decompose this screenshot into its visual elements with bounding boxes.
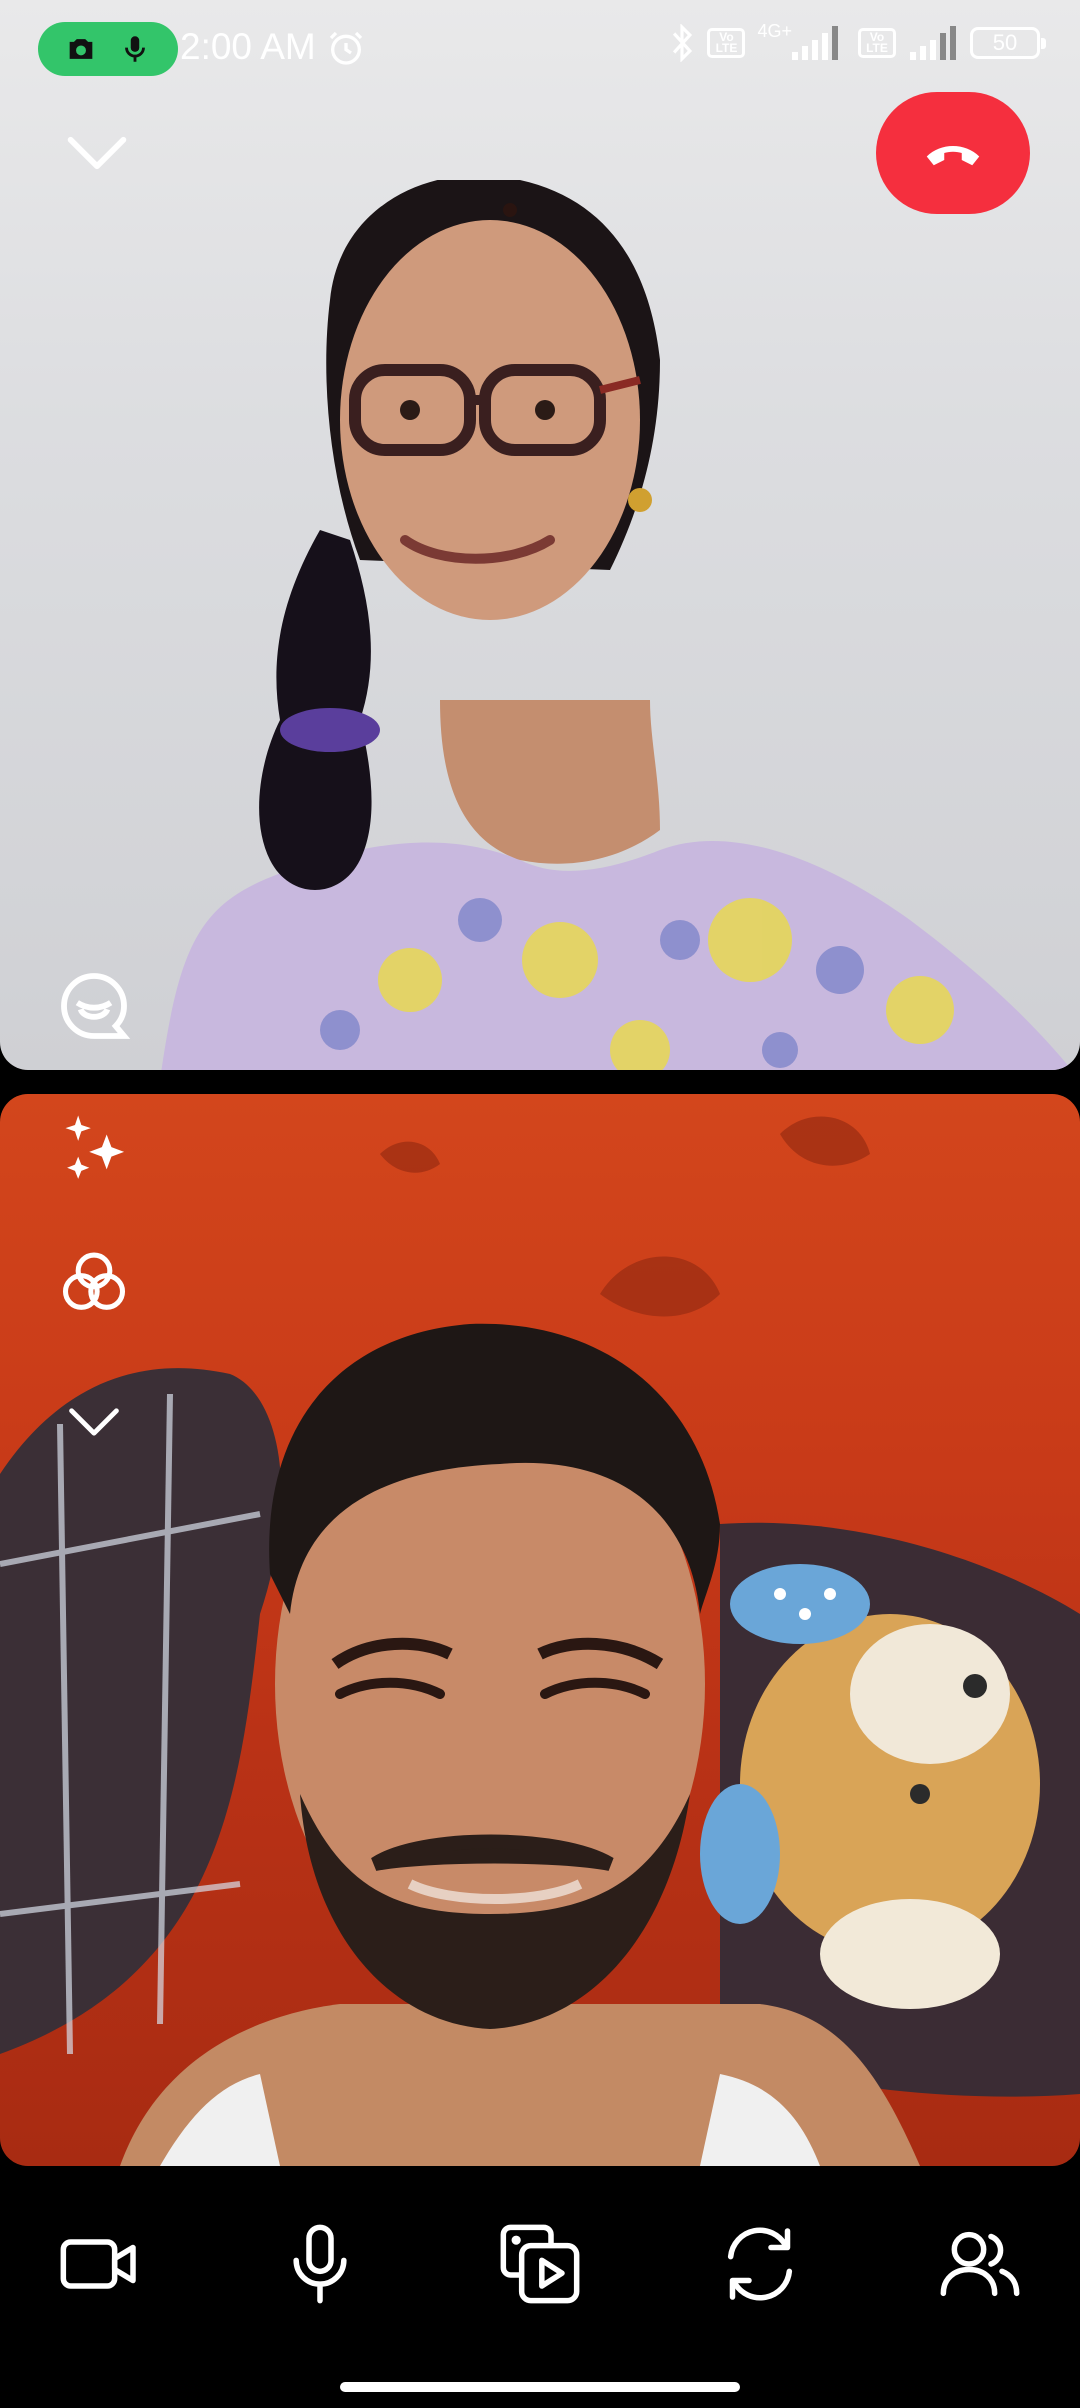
sparkle-effects-icon	[65, 1115, 125, 1179]
flip-camera-button[interactable]	[712, 2216, 808, 2312]
remote-participant-image	[161, 180, 1072, 1070]
participants-icon	[940, 2231, 1020, 2297]
chevron-down-icon	[67, 136, 127, 170]
volte-badge-2: Vo LTE	[858, 28, 896, 58]
home-indicator[interactable]	[340, 2382, 740, 2392]
filters-icon	[62, 1252, 126, 1310]
flip-camera-icon	[727, 2227, 793, 2301]
reaction-icon	[61, 973, 131, 1039]
local-participant-image	[0, 1116, 1080, 2166]
filters-button[interactable]	[56, 1244, 132, 1320]
chevron-down-icon	[69, 1408, 119, 1436]
privacy-indicator[interactable]	[38, 22, 178, 76]
status-bar: 2:00 AM Vo LTE 4G+ Vo LTE 50	[0, 0, 1080, 100]
battery-icon: 50	[970, 27, 1046, 59]
call-controls-bar	[0, 2166, 1080, 2408]
media-share-icon	[500, 2224, 580, 2304]
end-call-icon	[926, 146, 980, 166]
minimize-call-button[interactable]	[64, 128, 130, 178]
video-camera-icon	[60, 2239, 136, 2289]
effects-button[interactable]	[56, 1106, 132, 1182]
status-time: 2:00 AM	[180, 26, 316, 67]
microphone-icon	[293, 2224, 347, 2304]
toggle-mic-button[interactable]	[272, 2216, 368, 2312]
signal-icon-2	[910, 26, 956, 60]
signal-icon	[792, 26, 838, 60]
local-video-preview[interactable]	[0, 1094, 1080, 2166]
share-media-button[interactable]	[492, 2216, 588, 2312]
participants-button[interactable]	[932, 2216, 1028, 2312]
camera-in-use-icon	[69, 39, 93, 59]
alarm-icon	[329, 31, 363, 65]
volte-badge-1: Vo LTE	[707, 28, 746, 58]
reaction-button[interactable]	[54, 966, 134, 1046]
mic-in-use-icon	[125, 36, 145, 62]
network-type-label: 4G+	[757, 20, 792, 41]
collapse-tools-button[interactable]	[66, 1400, 122, 1444]
toggle-camera-button[interactable]	[52, 2216, 148, 2312]
bluetooth-icon	[673, 24, 693, 62]
end-call-button[interactable]	[876, 92, 1030, 214]
status-icons: Vo LTE 4G+ Vo LTE 50	[669, 20, 1046, 62]
